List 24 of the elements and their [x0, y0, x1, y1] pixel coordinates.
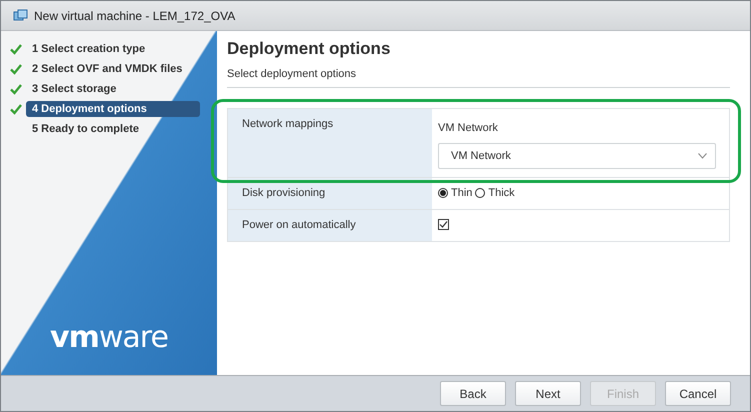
- option-label: Power on automatically: [228, 210, 432, 241]
- wizard-step[interactable]: 1 Select creation type: [26, 40, 152, 56]
- radio-label: Thin: [451, 187, 472, 199]
- wizard-step[interactable]: 3 Select storage: [26, 80, 122, 96]
- wizard-step[interactable]: 4 Deployment options: [26, 100, 200, 116]
- virtual-machine-icon: [13, 9, 28, 22]
- radio-button[interactable]: [438, 188, 448, 198]
- option-label: Disk provisioning: [228, 178, 432, 209]
- wizard-step[interactable]: 5 Ready to complete: [26, 120, 145, 136]
- field-caption: VM Network: [438, 122, 499, 134]
- radio-label: Thick: [488, 187, 515, 199]
- wizard-button[interactable]: Cancel: [665, 381, 731, 406]
- radio-button[interactable]: [475, 188, 486, 198]
- wizard-button[interactable]: Back: [440, 381, 506, 406]
- network-dropdown[interactable]: VM Network: [438, 143, 716, 169]
- page-subtitle: Select deployment options: [227, 68, 730, 88]
- window-title: New virtual machine - LEM_172_OVA: [34, 8, 236, 22]
- chevron-down-icon: [698, 153, 707, 159]
- wizard-step[interactable]: 2 Select OVF and VMDK files: [26, 60, 188, 76]
- wizard-button[interactable]: Next: [515, 381, 581, 406]
- checkbox[interactable]: [438, 219, 449, 230]
- page-title: Deployment options: [227, 39, 392, 59]
- option-label: Network mappings: [228, 109, 432, 177]
- logo: vmware: [50, 320, 168, 355]
